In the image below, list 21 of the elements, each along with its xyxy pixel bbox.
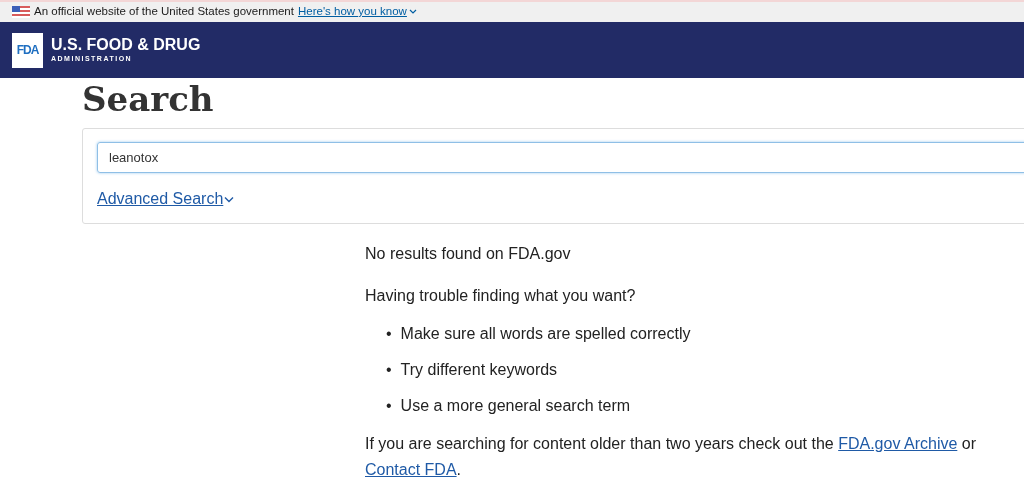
agency-name: U.S. FOOD & DRUG: [51, 36, 201, 54]
fda-logo[interactable]: FDA: [12, 32, 43, 68]
chevron-down-icon: [224, 195, 235, 203]
contact-link[interactable]: Contact FDA: [365, 461, 457, 478]
list-bullet: •: [386, 324, 392, 344]
page-title: Search: [82, 78, 215, 120]
tip-item: Try different keywords: [400, 360, 558, 380]
archive-link[interactable]: FDA.gov Archive: [838, 435, 958, 452]
chevron-down-icon: [408, 9, 417, 15]
how-you-know-link[interactable]: Here's how you know: [297, 3, 417, 21]
tip-item: Make sure all words are spelled correctly: [400, 324, 691, 344]
help-heading: Having trouble finding what you want?: [365, 286, 637, 306]
list-bullet: •: [386, 396, 392, 416]
flag-icon: [12, 6, 30, 18]
no-results-message: No results found on FDA.gov: [365, 244, 572, 264]
list-bullet: •: [386, 360, 392, 380]
advanced-search-link[interactable]: Advanced Search: [97, 187, 235, 211]
tip-item: Use a more general search term: [400, 396, 631, 416]
search-field[interactable]: leanotox: [97, 142, 1024, 173]
banner-text: An official website of the United States government: [34, 4, 294, 20]
archive-note: If you are searching for content older than two years check out the FDA.gov Archive or Contact FDA.: [365, 434, 977, 480]
